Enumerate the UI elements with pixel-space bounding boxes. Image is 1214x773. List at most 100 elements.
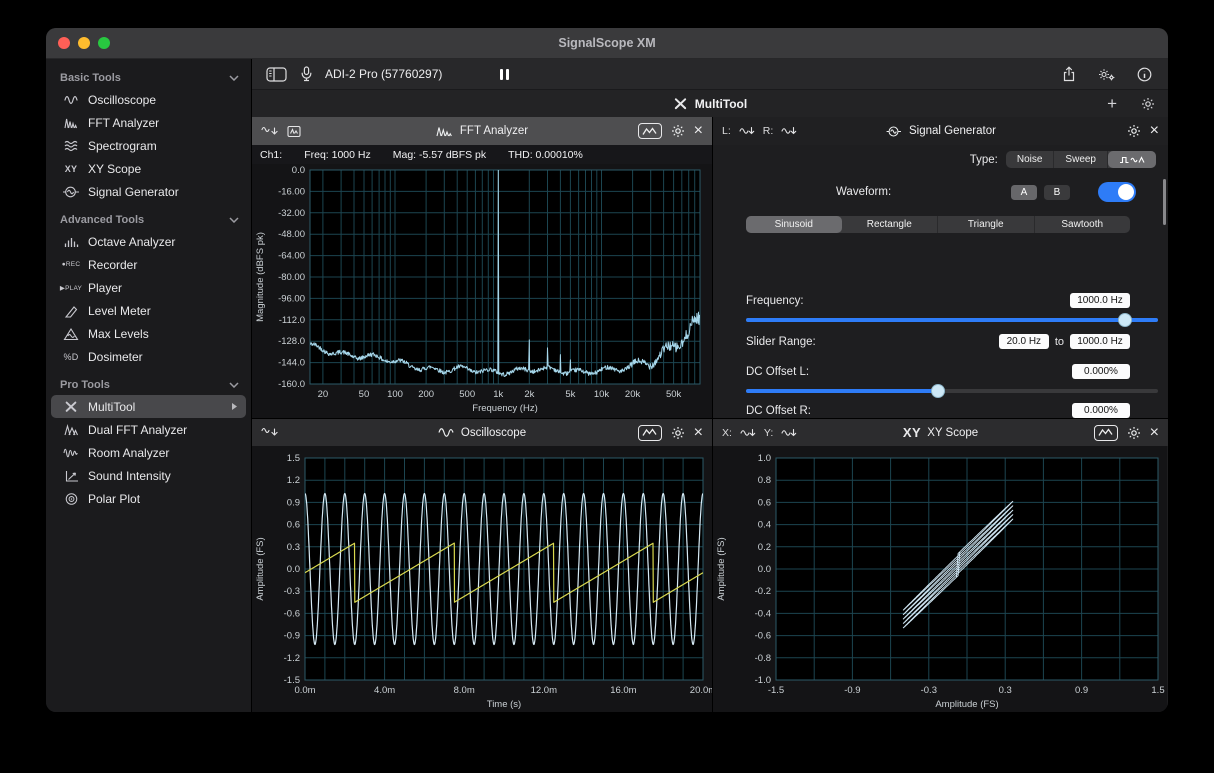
input-wave-icon[interactable] (261, 426, 279, 439)
close-window-button[interactable] (58, 37, 70, 49)
chevron-down-icon[interactable] (229, 382, 239, 388)
svg-text:-1.5: -1.5 (284, 675, 300, 686)
svg-text:-16.00: -16.00 (278, 186, 305, 197)
multitool-settings-gear-icon[interactable] (1141, 97, 1155, 111)
settings-gears-icon[interactable] (1097, 67, 1116, 82)
chart-view-toggle-button[interactable] (638, 123, 662, 139)
sidebar-item-spectrogram[interactable]: Spectrogram (51, 134, 246, 157)
pause-button[interactable] (500, 69, 509, 80)
waveform-a-button[interactable]: A (1011, 185, 1037, 200)
xy-panel-header[interactable]: X: Y: (713, 419, 1168, 446)
max-levels-icon (58, 327, 84, 341)
slider-range-to-field[interactable]: 1000.0 Hz (1070, 334, 1130, 349)
svg-text:-0.4: -0.4 (755, 608, 771, 619)
svg-text:100: 100 (387, 389, 403, 400)
xy-chart[interactable]: -1.5-0.9-0.30.30.91.51.00.80.60.40.20.0-… (713, 446, 1167, 712)
svg-text:16.0m: 16.0m (610, 685, 636, 696)
fft-gear-icon[interactable] (671, 124, 685, 138)
chart-view-toggle-button[interactable] (638, 425, 662, 441)
sidebar-item-oscilloscope[interactable]: Oscilloscope (51, 88, 246, 111)
oscilloscope-close-icon[interactable]: × (694, 425, 703, 441)
svg-text:Frequency (Hz): Frequency (Hz) (472, 403, 537, 414)
sidebar-section-pro-tools[interactable]: Pro Tools (46, 375, 251, 395)
svg-text:1.0: 1.0 (758, 453, 771, 464)
sidebar-toggle-icon[interactable] (266, 67, 287, 82)
sidebar-item-multitool[interactable]: MultiTool (51, 395, 246, 418)
sidebar-section-advanced-tools[interactable]: Advanced Tools (46, 210, 251, 230)
frequency-value-field[interactable]: 1000.0 Hz (1070, 293, 1130, 308)
sidebar-item-player[interactable]: ▶PLAYPlayer (51, 276, 246, 299)
type-option-waveform[interactable] (1108, 151, 1156, 168)
dc-offset-l-slider-knob[interactable] (931, 384, 945, 398)
waveform-option-triangle[interactable]: Triangle (938, 216, 1035, 233)
fft-panel-header[interactable]: FFT Analyzer × (252, 117, 712, 145)
minimize-window-button[interactable] (78, 37, 90, 49)
sidebar-item-level-meter[interactable]: Level Meter (51, 299, 246, 322)
slider-range-from-field[interactable]: 20.0 Hz (999, 334, 1049, 349)
y-input-wave-icon[interactable] (781, 427, 797, 439)
type-option-noise[interactable]: Noise (1006, 151, 1055, 168)
sidebar-item-polar-plot[interactable]: Polar Plot (51, 487, 246, 510)
window-title: SignalScope XM (46, 36, 1168, 50)
xy-close-icon[interactable]: × (1150, 425, 1159, 441)
svg-text:1k: 1k (493, 389, 503, 400)
chart-view-toggle-button[interactable] (1094, 425, 1118, 441)
left-output-wave-icon[interactable] (739, 125, 755, 137)
signal-generator-panel: L: R: (713, 117, 1168, 418)
traffic-lights (58, 37, 110, 49)
x-input-wave-icon[interactable] (740, 427, 756, 439)
dc-offset-l-slider[interactable] (746, 383, 1158, 399)
disclosure-arrow-icon[interactable] (231, 402, 238, 411)
sidebar-item-xy-scope[interactable]: XYXY Scope (51, 157, 246, 180)
fft-readout-row: Ch1: Freq: 1000 Hz Mag: -5.57 dBFS pk TH… (252, 145, 712, 164)
sidebar-section-basic-tools[interactable]: Basic Tools (46, 68, 251, 88)
waveform-option-sinusoid[interactable]: Sinusoid (746, 216, 842, 233)
zoom-window-button[interactable] (98, 37, 110, 49)
right-output-wave-icon[interactable] (781, 125, 797, 137)
sidebar-item-signal-generator[interactable]: Signal Generator (51, 180, 246, 203)
info-icon[interactable] (1137, 67, 1152, 82)
oscilloscope-panel-title: Oscilloscope (461, 427, 526, 439)
sidebar-item-room-analyzer[interactable]: Room Analyzer (51, 441, 246, 464)
waveform-option-rectangle[interactable]: Rectangle (842, 216, 939, 233)
dc-offset-r-field[interactable]: 0.000% (1072, 403, 1130, 418)
titlebar[interactable]: SignalScope XM (46, 28, 1168, 59)
siggen-panel-header[interactable]: L: R: (713, 117, 1168, 145)
sidebar-item-dual-fft-analyzer[interactable]: Dual FFT Analyzer (51, 418, 246, 441)
share-icon[interactable] (1062, 66, 1076, 82)
fft-chart[interactable]: 20501002005001k2k5k10k20k50k0.0-16.00-32… (252, 164, 712, 418)
sidebar-item-fft-analyzer[interactable]: FFT Analyzer (51, 111, 246, 134)
device-label[interactable]: ADI-2 Pro (57760297) (325, 67, 442, 81)
chevron-down-icon[interactable] (229, 75, 239, 81)
sidebar-item-sound-intensity[interactable]: Sound Intensity (51, 464, 246, 487)
type-option-sweep[interactable]: Sweep (1054, 151, 1108, 168)
fft-mag-readout: Mag: -5.57 dBFS pk (393, 149, 486, 161)
sidebar-item-dosimeter[interactable]: %DDosimeter (51, 345, 246, 368)
oscilloscope-chart[interactable]: 0.0m4.0m8.0m12.0m16.0m20.0m1.51.20.90.60… (252, 446, 712, 712)
oscilloscope-gear-icon[interactable] (671, 426, 685, 440)
add-tool-button[interactable]: + (1107, 95, 1117, 112)
oscilloscope-panel: Oscilloscope × (252, 419, 712, 712)
spectra-store-icon[interactable] (287, 125, 302, 138)
frequency-slider-knob[interactable] (1118, 313, 1132, 327)
svg-text:-128.0: -128.0 (278, 336, 305, 347)
fft-close-icon[interactable]: × (694, 123, 703, 139)
waveform-b-button[interactable]: B (1044, 185, 1070, 200)
fft-icon (58, 116, 84, 130)
xy-gear-icon[interactable] (1127, 426, 1141, 440)
oscilloscope-panel-header[interactable]: Oscilloscope × (252, 419, 712, 446)
input-wave-icon[interactable] (261, 125, 279, 138)
siggen-gear-icon[interactable] (1127, 124, 1141, 138)
chevron-down-icon[interactable] (229, 217, 239, 223)
siggen-close-icon[interactable]: × (1150, 123, 1159, 139)
waveform-option-sawtooth[interactable]: Sawtooth (1035, 216, 1131, 233)
dc-offset-l-field[interactable]: 0.000% (1072, 364, 1130, 379)
frequency-slider[interactable] (746, 312, 1158, 328)
output-enable-toggle[interactable] (1098, 182, 1136, 202)
sidebar-item-max-levels[interactable]: Max Levels (51, 322, 246, 345)
microphone-icon[interactable] (301, 66, 312, 82)
sidebar-item-octave-analyzer[interactable]: Octave Analyzer (51, 230, 246, 253)
svg-text:-0.3: -0.3 (284, 586, 300, 597)
sidebar-item-recorder[interactable]: ●RECRecorder (51, 253, 246, 276)
scrollbar-thumb[interactable] (1163, 179, 1166, 225)
